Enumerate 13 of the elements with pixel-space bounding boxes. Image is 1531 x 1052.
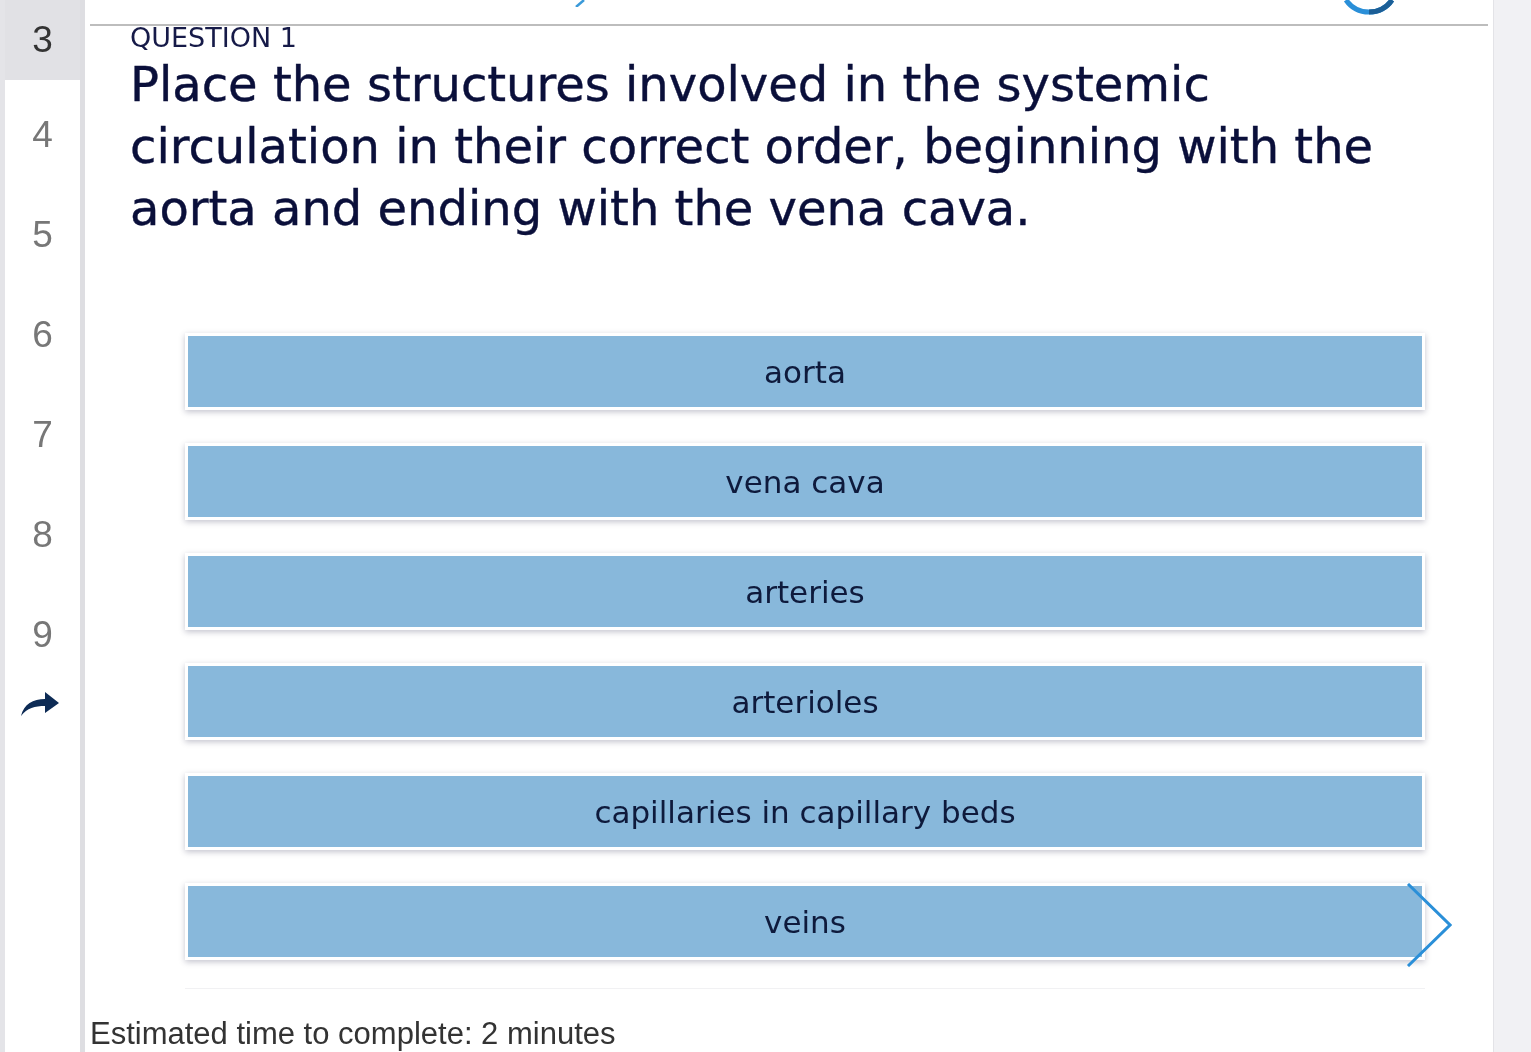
question-prompt: Place the structures involved in the systemic circulation in their correct order, beginning with the aorta and ending with the vena cava. — [130, 55, 1375, 238]
time-estimate: Estimated time to complete: 2 minutes — [90, 1017, 616, 1052]
answer-tile[interactable]: veins — [185, 883, 1425, 960]
answer-tile[interactable]: capillaries in capillary beds — [185, 773, 1425, 850]
answer-tile[interactable]: vena cava — [185, 443, 1425, 520]
question-label: QUESTION 1 — [130, 24, 297, 52]
question-number[interactable]: 3 — [5, 0, 80, 80]
slash-mark-icon — [575, 0, 585, 7]
answer-tile[interactable]: arteries — [185, 553, 1425, 630]
curved-arrow-icon[interactable] — [19, 691, 60, 717]
answer-tile[interactable]: arterioles — [185, 663, 1425, 740]
chevron-right-icon[interactable] — [1406, 883, 1452, 967]
answer-tile[interactable]: aorta — [185, 333, 1425, 410]
